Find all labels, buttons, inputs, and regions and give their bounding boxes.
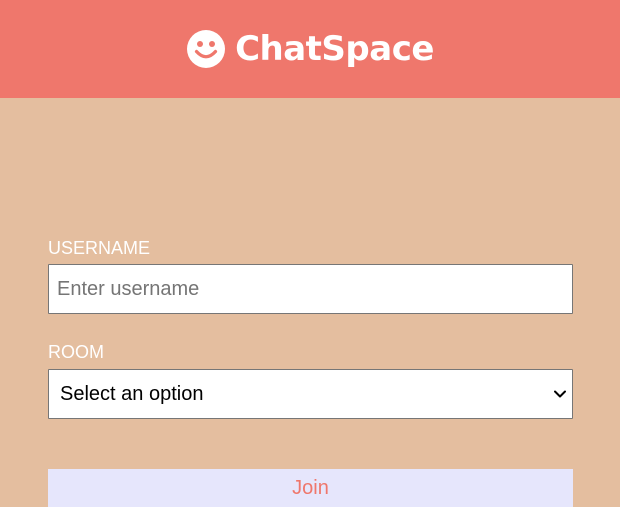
brand: ChatSpace [186,29,434,69]
username-input[interactable] [48,264,573,314]
join-button[interactable]: Join [48,469,573,507]
app-title: ChatSpace [235,29,434,69]
room-select-value: Select an option [60,382,204,405]
smiley-face-icon [187,30,226,68]
chevron-down-icon [554,390,566,398]
app-header: ChatSpace [0,0,620,98]
username-label: USERNAME [48,238,151,258]
room-select[interactable]: Select an option [48,369,573,419]
room-label: ROOM [48,342,104,362]
join-page: ChatSpace USERNAME ROOM Select an option… [0,0,620,507]
